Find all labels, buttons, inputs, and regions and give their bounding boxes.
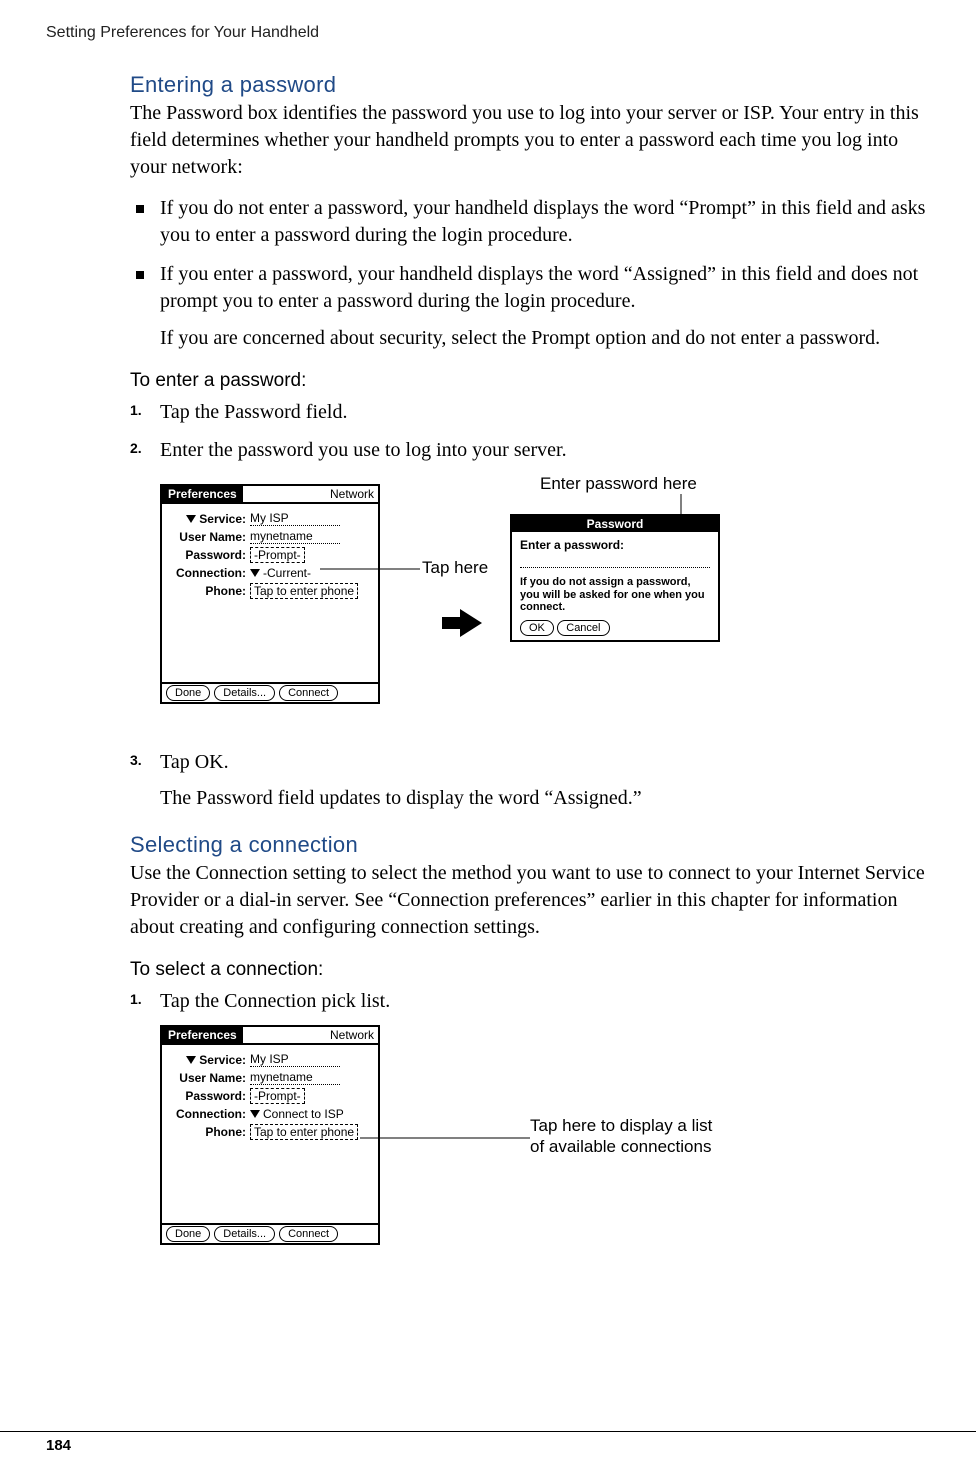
prefs-titlebar: Preferences Network xyxy=(162,1027,378,1045)
dialog-note: If you do not assign a password, you wil… xyxy=(520,576,710,614)
label-connection: Connection: xyxy=(168,1107,246,1121)
dialog-title: Password xyxy=(512,516,718,532)
connect-button[interactable]: Connect xyxy=(279,685,338,701)
phone-field[interactable]: Tap to enter phone xyxy=(250,1124,358,1140)
step-text: Tap the Connection pick list. xyxy=(160,990,390,1012)
prefs-screen-2: Preferences Network Service: My ISP User … xyxy=(160,1025,380,1245)
prefs-screen: Preferences Network Service: My ISP User … xyxy=(160,484,380,704)
label-service: Service: xyxy=(199,1053,246,1067)
chevron-down-icon[interactable] xyxy=(186,515,196,523)
bullet-subpara: If you are concerned about security, sel… xyxy=(160,325,930,352)
done-button[interactable]: Done xyxy=(166,685,210,701)
label-service: Service: xyxy=(199,512,246,526)
step-text: Tap the Password field. xyxy=(160,401,347,423)
chevron-down-icon[interactable] xyxy=(186,1056,196,1064)
step-text: Tap OK. xyxy=(160,751,229,773)
figure-password: Preferences Network Service: My ISP User … xyxy=(160,474,930,734)
password-field[interactable]: -Prompt- xyxy=(250,1088,305,1104)
page-content: Entering a password The Password box ide… xyxy=(130,60,930,1279)
steps-list-2: 1.Tap the Connection pick list. xyxy=(130,987,930,1015)
bullet-item: If you enter a password, your handheld d… xyxy=(130,261,930,352)
arrow-right-icon xyxy=(460,609,482,637)
step-subtext: The Password field updates to display th… xyxy=(160,784,930,812)
chevron-down-icon[interactable] xyxy=(250,1110,260,1118)
label-password: Password: xyxy=(168,1089,246,1103)
procedure-title: To enter a password: xyxy=(130,370,930,392)
steps-list: 1.Tap the Password field. 2.Enter the pa… xyxy=(130,398,930,464)
cancel-button[interactable]: Cancel xyxy=(557,620,609,636)
steps-list-cont: 3. Tap OK. The Password field updates to… xyxy=(130,748,930,812)
step: 1.Tap the Connection pick list. xyxy=(130,987,930,1015)
label-user: User Name: xyxy=(168,530,246,544)
phone-field[interactable]: Tap to enter phone xyxy=(250,583,358,599)
bullet-item: If you do not enter a password, your han… xyxy=(130,195,930,249)
callout-enter-password: Enter password here xyxy=(540,474,697,494)
bullet-list: If you do not enter a password, your han… xyxy=(130,195,930,352)
password-dialog: Password Enter a password: If you do not… xyxy=(510,514,720,642)
callout-connection: Tap here to display a list of available … xyxy=(530,1115,730,1158)
procedure-title-2: To select a connection: xyxy=(130,959,930,981)
chevron-down-icon[interactable] xyxy=(250,569,260,577)
callout-tap-here: Tap here xyxy=(422,558,488,578)
heading-selecting-connection: Selecting a connection xyxy=(130,832,930,858)
connection-picker[interactable]: Connect to ISP xyxy=(263,1107,344,1121)
service-field[interactable]: My ISP xyxy=(250,1052,340,1067)
prefs-category[interactable]: Network xyxy=(330,487,378,501)
connect-button[interactable]: Connect xyxy=(279,1226,338,1242)
password-field[interactable]: -Prompt- xyxy=(250,547,305,563)
label-password: Password: xyxy=(168,548,246,562)
prefs-title-tab: Preferences xyxy=(162,486,243,502)
bullet-text: If you enter a password, your handheld d… xyxy=(160,263,918,312)
prefs-titlebar: Preferences Network xyxy=(162,486,378,504)
done-button[interactable]: Done xyxy=(166,1226,210,1242)
step: 1.Tap the Password field. xyxy=(130,398,930,426)
intro-para-2: Use the Connection setting to select the… xyxy=(130,860,930,941)
user-field[interactable]: mynetname xyxy=(250,1070,340,1085)
service-field[interactable]: My ISP xyxy=(250,511,340,526)
label-connection: Connection: xyxy=(168,566,246,580)
details-button[interactable]: Details... xyxy=(214,685,275,701)
page-number: 184 xyxy=(46,1437,71,1454)
prefs-category[interactable]: Network xyxy=(330,1028,378,1042)
ok-button[interactable]: OK xyxy=(520,620,554,636)
running-head: Setting Preferences for Your Handheld xyxy=(46,24,319,42)
step: 2.Enter the password you use to log into… xyxy=(130,436,930,464)
step: 3. Tap OK. The Password field updates to… xyxy=(130,748,930,812)
prefs-title-tab: Preferences xyxy=(162,1027,243,1043)
intro-para: The Password box identifies the password… xyxy=(130,100,930,181)
password-input[interactable] xyxy=(520,554,710,568)
details-button[interactable]: Details... xyxy=(214,1226,275,1242)
user-field[interactable]: mynetname xyxy=(250,529,340,544)
label-phone: Phone: xyxy=(168,584,246,598)
heading-entering-password: Entering a password xyxy=(130,72,930,98)
figure-connection: Preferences Network Service: My ISP User … xyxy=(160,1025,930,1265)
step-text: Enter the password you use to log into y… xyxy=(160,439,567,461)
footer-rule xyxy=(0,1431,976,1432)
label-user: User Name: xyxy=(168,1071,246,1085)
label-phone: Phone: xyxy=(168,1125,246,1139)
dialog-prompt-label: Enter a password: xyxy=(520,538,710,552)
connection-picker[interactable]: -Current- xyxy=(263,566,311,580)
